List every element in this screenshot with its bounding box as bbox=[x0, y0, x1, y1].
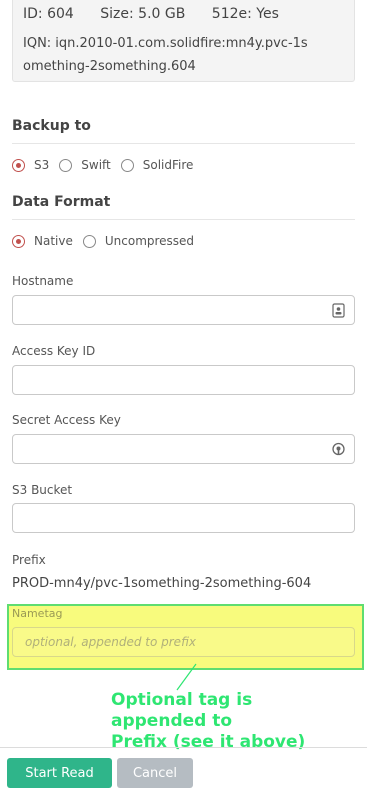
footer-divider bbox=[0, 747, 367, 748]
annotation-text: Optional tag is appended to Prefix (see … bbox=[111, 690, 306, 752]
secret-access-key-label: Secret Access Key bbox=[12, 413, 121, 427]
divider bbox=[12, 219, 355, 220]
volume-iqn-line-2: omething-2something.604 bbox=[23, 59, 196, 74]
s3-bucket-input[interactable] bbox=[12, 503, 355, 533]
hostname-label: Hostname bbox=[12, 274, 74, 288]
radio-uncompressed-label: Uncompressed bbox=[104, 234, 195, 248]
radio-uncompressed[interactable]: Uncompressed bbox=[82, 234, 195, 248]
radio-solidfire-label: SolidFire bbox=[142, 158, 194, 172]
s3-bucket-label: S3 Bucket bbox=[12, 483, 73, 497]
backup-to-title: Backup to bbox=[12, 118, 91, 134]
radio-solidfire[interactable]: SolidFire bbox=[120, 158, 194, 172]
volume-iqn-line-1: IQN: iqn.2010-01.com.solidfire:mn4y.pvc-… bbox=[23, 36, 308, 51]
volume-size: Size: 5.0 GB bbox=[100, 6, 186, 22]
radio-s3-label: S3 bbox=[34, 158, 50, 172]
secret-access-key-input[interactable] bbox=[12, 434, 355, 464]
backup-to-options: S3 Swift SolidFire bbox=[12, 158, 203, 172]
nametag-label: Nametag bbox=[12, 607, 63, 620]
radio-s3[interactable]: S3 bbox=[12, 158, 49, 172]
radio-native-circle[interactable] bbox=[12, 234, 25, 248]
data-format-title: Data Format bbox=[12, 194, 111, 210]
hostname-input[interactable] bbox=[12, 295, 355, 325]
volume-id: ID: 604 bbox=[23, 6, 74, 22]
divider bbox=[12, 143, 355, 144]
radio-swift-label: Swift bbox=[81, 158, 111, 172]
radio-uncompressed-circle[interactable] bbox=[82, 234, 96, 248]
access-key-id-input[interactable] bbox=[12, 365, 355, 395]
prefix-label: Prefix bbox=[12, 553, 46, 567]
radio-native-label: Native bbox=[34, 234, 73, 248]
radio-s3-circle[interactable] bbox=[12, 158, 25, 172]
radio-solidfire-circle[interactable] bbox=[120, 158, 134, 172]
cancel-button[interactable]: Cancel bbox=[117, 758, 193, 788]
volume-512e: 512e: Yes bbox=[211, 6, 279, 22]
radio-swift-circle[interactable] bbox=[59, 158, 73, 172]
access-key-id-label: Access Key ID bbox=[12, 344, 96, 358]
prefix-value: PROD-mn4y/pvc-1something-2something-604 bbox=[12, 576, 312, 591]
volume-info-box: ID: 604 Size: 5.0 GB 512e: Yes IQN: iqn.… bbox=[12, 0, 355, 82]
password-reveal-icon[interactable] bbox=[332, 442, 345, 457]
data-format-options: Native Uncompressed bbox=[12, 234, 204, 248]
radio-swift[interactable]: Swift bbox=[59, 158, 111, 172]
start-read-button[interactable]: Start Read bbox=[7, 758, 112, 788]
nametag-field[interactable] bbox=[12, 627, 355, 657]
volume-summary-line: ID: 604 Size: 5.0 GB 512e: Yes bbox=[23, 6, 301, 22]
nametag-input[interactable] bbox=[13, 628, 354, 656]
radio-native[interactable]: Native bbox=[12, 234, 73, 248]
contact-card-icon[interactable] bbox=[332, 303, 345, 318]
